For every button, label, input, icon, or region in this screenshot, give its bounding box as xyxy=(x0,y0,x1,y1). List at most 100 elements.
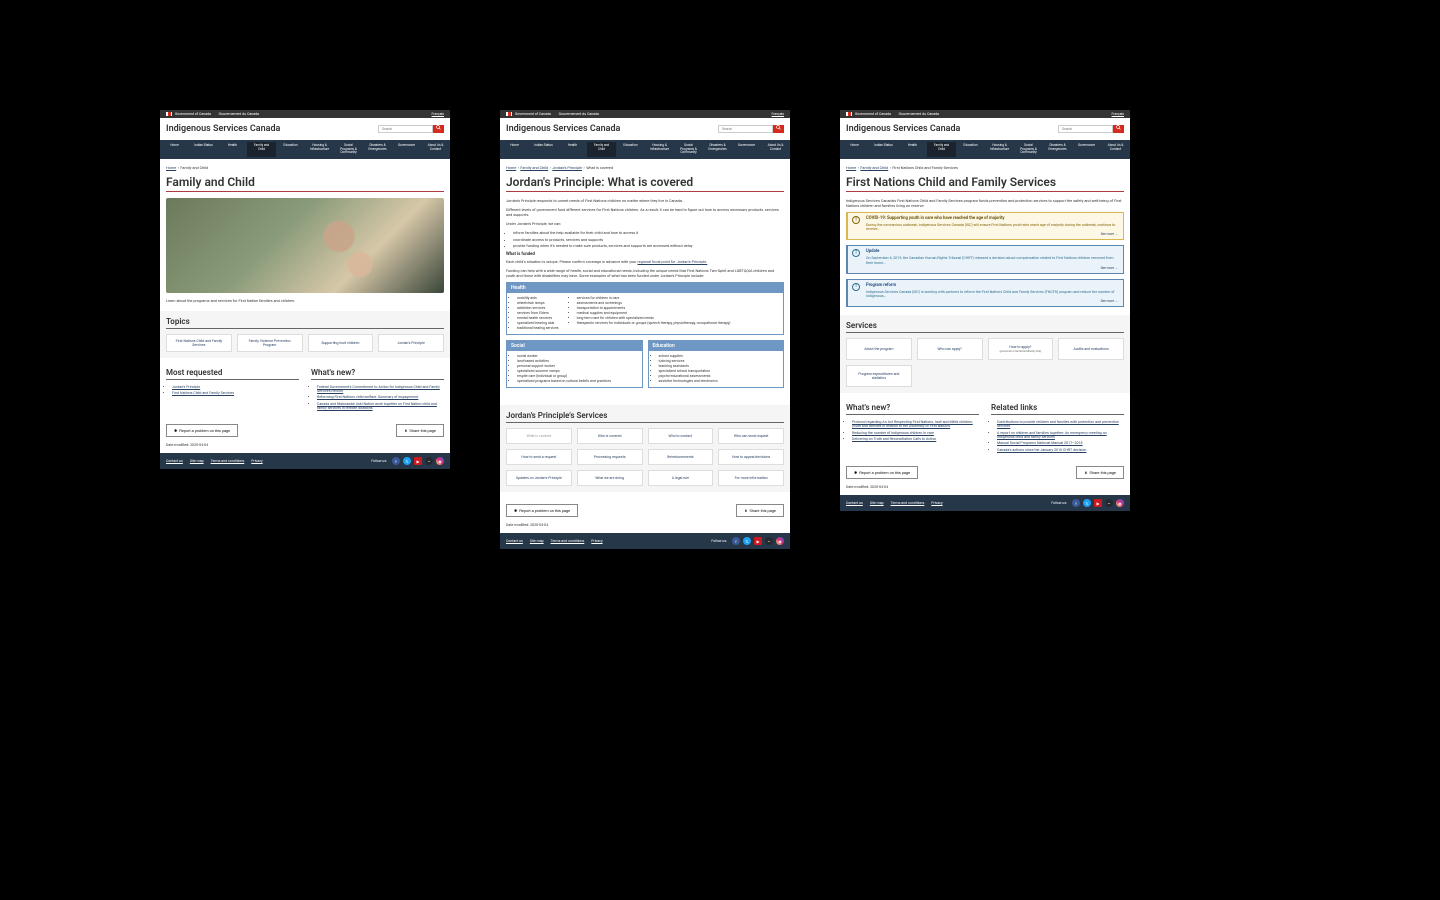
youtube-icon[interactable]: ▶ xyxy=(1094,499,1102,507)
youtube-icon[interactable]: ▶ xyxy=(414,457,422,465)
share-page-button[interactable]: ⋔ Share this page xyxy=(1076,466,1124,479)
report-problem-button[interactable]: ✱ Report a problem on this page xyxy=(506,504,578,517)
search-button[interactable] xyxy=(773,125,784,133)
nav-disasters[interactable]: Disasters & Emergencies xyxy=(363,142,392,157)
svc-who-contact[interactable]: Who to contact xyxy=(648,428,714,444)
svc-how-send[interactable]: How to send a request xyxy=(506,449,572,465)
wn-link-1[interactable]: Reforming First Nations child welfare: S… xyxy=(317,395,418,399)
instagram-icon[interactable]: ◉ xyxy=(776,537,784,545)
site-title: Indigenous Services Canada xyxy=(846,124,960,134)
whats-new-heading: What's new? xyxy=(311,368,444,380)
gov-name-fr: Gouvernement du Canada xyxy=(219,112,259,116)
share-page-button[interactable]: ⋔ Share this page xyxy=(736,504,784,517)
what-funded-heading: What is funded xyxy=(506,252,784,257)
nav-about[interactable]: About Us & Contact xyxy=(421,142,450,157)
svc-who-send[interactable]: Who can send request xyxy=(718,428,784,444)
wn-link-0[interactable]: Federal Government's Commitment to Actio… xyxy=(317,385,440,393)
canada-flag-icon xyxy=(506,112,512,116)
svc-about[interactable]: About the program xyxy=(846,338,912,360)
instagram-icon[interactable]: ◉ xyxy=(436,457,444,465)
svc-legal[interactable]: A legal rule xyxy=(648,470,714,486)
mock-page-1: Government of Canada Gouvernement du Can… xyxy=(160,110,450,469)
nav-governance[interactable]: Governance xyxy=(392,142,421,157)
svc-audits[interactable]: Audits and evaluations xyxy=(1058,338,1124,360)
nav-family-child[interactable]: Family and Child xyxy=(247,142,276,157)
flickr-icon[interactable]: •• xyxy=(425,457,433,465)
report-problem-button[interactable]: ✱ Report a problem on this page xyxy=(846,466,918,479)
svc-updates[interactable]: Updates on Jordan's Principle xyxy=(506,470,572,486)
nav-housing[interactable]: Housing & Infrastructure xyxy=(305,142,334,157)
crumb-current: Family and Child xyxy=(180,165,208,170)
search-button[interactable] xyxy=(433,125,444,133)
search-input[interactable] xyxy=(1058,125,1113,133)
facebook-icon[interactable]: f xyxy=(392,457,400,465)
services-tiles: About the program Who can apply? How to … xyxy=(846,338,1124,387)
svc-how-apply[interactable]: How to apply?(provincial or territorial … xyxy=(988,338,1054,360)
twitter-icon[interactable]: 𝕏 xyxy=(403,457,411,465)
language-toggle[interactable]: Français xyxy=(432,112,444,116)
alert-reform: !Program reformIndigenous Services Canad… xyxy=(846,279,1124,307)
svc-processing[interactable]: Processing requests xyxy=(577,449,643,465)
ft-sitemap[interactable]: Site map xyxy=(190,459,204,463)
report-problem-button[interactable]: ✱ Report a problem on this page xyxy=(166,424,238,437)
ft-terms[interactable]: Terms and conditions xyxy=(211,459,245,463)
svc-who-covered[interactable]: Who is covered xyxy=(577,428,643,444)
ft-contact[interactable]: Contact us xyxy=(166,459,183,463)
instagram-icon[interactable]: ◉ xyxy=(1116,499,1124,507)
youtube-icon[interactable]: ▶ xyxy=(754,537,762,545)
topic-inuit[interactable]: Supporting Inuit children xyxy=(308,334,374,352)
search-input[interactable] xyxy=(378,125,433,133)
nav-home[interactable]: Home xyxy=(160,142,189,157)
flickr-icon[interactable]: •• xyxy=(1105,499,1113,507)
alert-update: !UpdateOn September 6, 2019, the Canadia… xyxy=(846,245,1124,273)
topics-tiles: First Nations Child and Family Services … xyxy=(166,334,444,352)
twitter-icon[interactable]: 𝕏 xyxy=(743,537,751,545)
ft-privacy[interactable]: Privacy xyxy=(251,459,262,463)
language-toggle[interactable]: Français xyxy=(1112,112,1124,116)
info-icon: ! xyxy=(852,249,860,257)
wn-link-2[interactable]: Canada and Nishnawbe Aski Nation work to… xyxy=(317,402,437,410)
main-nav: HomeIndian StatusHealthFamily and ChildE… xyxy=(160,140,450,159)
mr-link-1[interactable]: First Nations Child and Family Services xyxy=(172,391,234,395)
intro-text: Learn about the programs and services fo… xyxy=(166,298,444,303)
alert-more-2[interactable]: See more → xyxy=(1101,299,1118,303)
topic-fvpp[interactable]: Family Violence Prevention Program xyxy=(237,334,303,352)
nav-social[interactable]: Social Programs & Community xyxy=(334,142,363,157)
crumb-home[interactable]: Home xyxy=(166,165,176,170)
services-heading: Services xyxy=(846,321,1124,333)
topic-fncfs[interactable]: First Nations Child and Family Services xyxy=(166,334,232,352)
svc-who-apply[interactable]: Who can apply? xyxy=(917,338,983,360)
language-toggle[interactable]: Français xyxy=(772,112,784,116)
svc-more-info[interactable]: For more information xyxy=(718,470,784,486)
twitter-icon[interactable]: 𝕏 xyxy=(1083,499,1091,507)
svc-expenditures[interactable]: Program expenditures and statistics xyxy=(846,365,912,387)
svc-doing[interactable]: What we are doing xyxy=(577,470,643,486)
alert-more-1[interactable]: See more → xyxy=(1101,266,1118,270)
svc-reimburse[interactable]: Reimbursements xyxy=(648,449,714,465)
topic-jordans[interactable]: Jordan's Principle xyxy=(378,334,444,352)
search-input[interactable] xyxy=(718,125,773,133)
regional-focal-link[interactable]: regional focal point for Jordan's Princi… xyxy=(637,259,707,264)
date-modified: Date modified: 2020-04-04 xyxy=(160,443,450,453)
nav-indian-status[interactable]: Indian Status xyxy=(189,142,218,157)
svc-appeal[interactable]: How to appeal decisions xyxy=(718,449,784,465)
mock-page-2: Government of Canada Gouvernement du Can… xyxy=(500,110,790,549)
nav-education[interactable]: Education xyxy=(276,142,305,157)
mock-page-3: Government of Canada Gouvernement du Can… xyxy=(840,110,1130,511)
svc-what-covered: What is covered xyxy=(506,428,572,444)
hero-image xyxy=(166,198,444,293)
flickr-icon[interactable]: •• xyxy=(765,537,773,545)
facebook-icon[interactable]: f xyxy=(1072,499,1080,507)
mr-link-0[interactable]: Jordan's Principle xyxy=(172,385,200,389)
page-title: Family and Child xyxy=(166,175,444,192)
follow-label: Follow us: xyxy=(371,459,387,463)
box-health-title: Health xyxy=(507,283,783,293)
alert-more-0[interactable]: See more → xyxy=(1101,232,1118,236)
share-page-button[interactable]: ⋔ Share this page xyxy=(396,424,444,437)
topics-heading: Topics xyxy=(166,317,444,329)
page-title: Jordan's Principle: What is covered xyxy=(506,175,784,192)
nav-health[interactable]: Health xyxy=(218,142,247,157)
breadcrumb: Home›Family and Child›Jordan's Principle… xyxy=(506,165,784,170)
search-button[interactable] xyxy=(1113,125,1124,133)
facebook-icon[interactable]: f xyxy=(732,537,740,545)
